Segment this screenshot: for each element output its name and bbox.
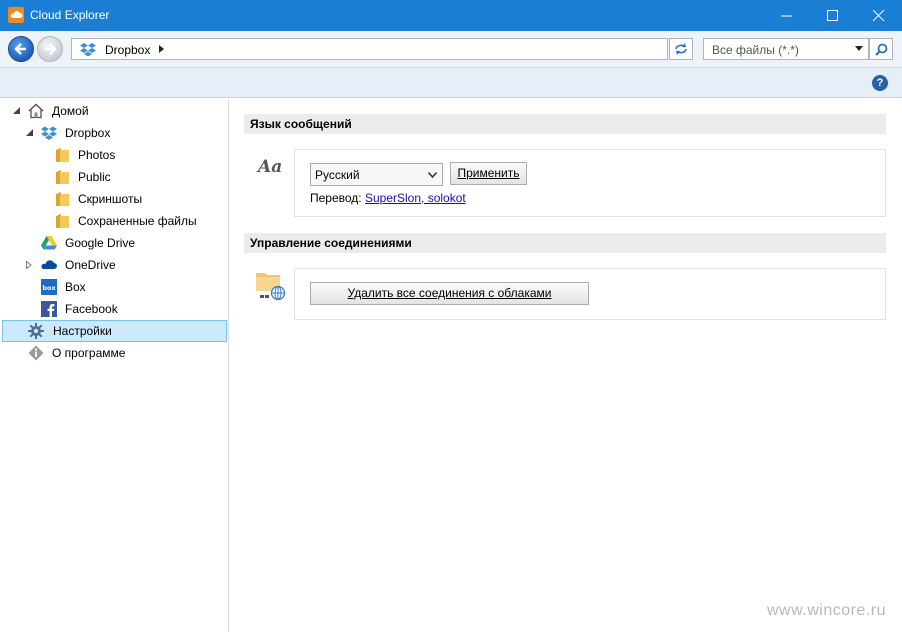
gear-icon	[28, 323, 44, 339]
sidebar-item-about[interactable]: О программе	[0, 342, 228, 364]
file-filter-dropdown[interactable]: Все файлы (*.*)	[703, 38, 869, 60]
apply-button[interactable]: Применить	[450, 162, 527, 185]
delete-all-connections-button[interactable]: Удалить все соединения с облаками	[310, 282, 589, 305]
address-path[interactable]: Dropbox	[105, 43, 150, 57]
language-section-title: Язык сообщений	[250, 117, 352, 131]
folder-icon	[56, 170, 69, 184]
onedrive-icon	[41, 260, 57, 269]
chevron-down-icon	[428, 172, 437, 178]
sidebar-item-screenshots[interactable]: Скриншоты	[0, 188, 228, 210]
box-icon: box	[41, 279, 57, 295]
close-button[interactable]	[856, 0, 902, 31]
connections-section-header: Управление соединениями	[244, 233, 886, 253]
sidebar-item-label: Public	[78, 170, 111, 184]
sidebar-item-dropbox[interactable]: Dropbox	[0, 122, 228, 144]
sidebar-item-label: Домой	[52, 104, 89, 118]
info-icon	[28, 345, 44, 361]
google-drive-icon	[41, 236, 57, 250]
back-button[interactable]	[8, 36, 34, 62]
folder-icon	[56, 192, 69, 206]
folder-icon	[56, 214, 69, 228]
sidebar-tree: Домой Dropbox Photos Public Скриншоты Со…	[0, 99, 229, 632]
chevron-down-icon	[855, 46, 863, 51]
sidebar-item-facebook[interactable]: Facebook	[0, 298, 228, 320]
navigation-bar: Dropbox Все файлы (*.*)	[0, 31, 902, 68]
sidebar-item-label: OneDrive	[65, 258, 116, 272]
translation-authors-link[interactable]: SuperSlon, solokot	[365, 191, 466, 205]
language-select-value: Русский	[315, 168, 360, 182]
font-aa-icon: Aa	[258, 157, 283, 177]
help-icon[interactable]: ?	[872, 75, 888, 91]
sidebar-item-google-drive[interactable]: Google Drive	[0, 232, 228, 254]
svg-text:box: box	[42, 284, 56, 292]
minimize-button[interactable]	[764, 0, 810, 31]
dropbox-icon	[80, 43, 96, 56]
language-select[interactable]: Русский	[310, 163, 443, 186]
sidebar-item-public[interactable]: Public	[0, 166, 228, 188]
maximize-icon	[827, 10, 838, 21]
sidebar-item-onedrive[interactable]: OneDrive	[0, 254, 228, 276]
sidebar-item-label: Facebook	[65, 302, 118, 316]
maximize-button[interactable]	[810, 0, 856, 31]
sidebar-item-saved-files[interactable]: Сохраненные файлы	[0, 210, 228, 232]
sidebar-item-label: Photos	[78, 148, 116, 162]
minimize-icon	[781, 15, 792, 17]
expand-arrow-icon[interactable]	[26, 261, 32, 269]
facebook-icon	[41, 301, 57, 317]
dropbox-icon	[41, 126, 57, 140]
sidebar-item-label: О программе	[52, 346, 126, 360]
sidebar-item-label: Скриншоты	[78, 192, 143, 206]
folder-icon	[56, 148, 69, 162]
file-filter-value: Все файлы (*.*)	[712, 43, 799, 57]
refresh-icon	[675, 43, 687, 55]
back-arrow-icon	[14, 43, 26, 55]
sidebar-item-label: Google Drive	[65, 236, 136, 250]
address-field[interactable]: Dropbox	[71, 38, 668, 60]
connections-section-title: Управление соединениями	[250, 236, 412, 250]
connections-section-box: Удалить все соединения с облаками	[294, 268, 886, 320]
home-icon	[28, 103, 44, 119]
settings-panel: Язык сообщений Aa Русский Применить Пере…	[230, 99, 902, 632]
refresh-button[interactable]	[669, 38, 693, 60]
delete-all-connections-label: Удалить все соединения с облаками	[347, 286, 552, 300]
sidebar-item-label: Сохраненные файлы	[78, 214, 197, 228]
close-icon	[873, 10, 885, 22]
sidebar-item-photos[interactable]: Photos	[0, 144, 228, 166]
sidebar-item-box[interactable]: box Box	[0, 276, 228, 298]
forward-arrow-icon	[45, 43, 57, 55]
apply-button-label: Применить	[457, 166, 520, 180]
title-bar: Cloud Explorer	[0, 0, 902, 31]
collapse-arrow-icon[interactable]	[13, 107, 20, 114]
language-section-box: Русский Применить Перевод: SuperSlon, so…	[294, 149, 886, 217]
search-button[interactable]	[869, 38, 893, 60]
forward-button[interactable]	[37, 36, 63, 62]
sidebar-item-home[interactable]: Домой	[0, 100, 228, 122]
sidebar-item-settings[interactable]: Настройки	[2, 320, 227, 342]
toolbar-strip: ?	[0, 68, 902, 98]
sidebar-item-label: Настройки	[53, 324, 112, 338]
watermark: www.wincore.ru	[767, 602, 887, 619]
language-section-header: Язык сообщений	[244, 114, 886, 134]
sidebar-item-label: Dropbox	[65, 126, 111, 140]
collapse-arrow-icon[interactable]	[26, 129, 33, 136]
translation-prefix: Перевод:	[310, 191, 362, 205]
search-icon	[875, 43, 888, 56]
translation-credits: Перевод: SuperSlon, solokot	[310, 191, 466, 205]
window-title: Cloud Explorer	[30, 8, 110, 22]
sidebar-item-label: Box	[65, 280, 86, 294]
breadcrumb-arrow-icon[interactable]	[159, 45, 165, 53]
network-folder-icon	[256, 273, 286, 301]
cloud-explorer-app-icon	[8, 7, 24, 23]
